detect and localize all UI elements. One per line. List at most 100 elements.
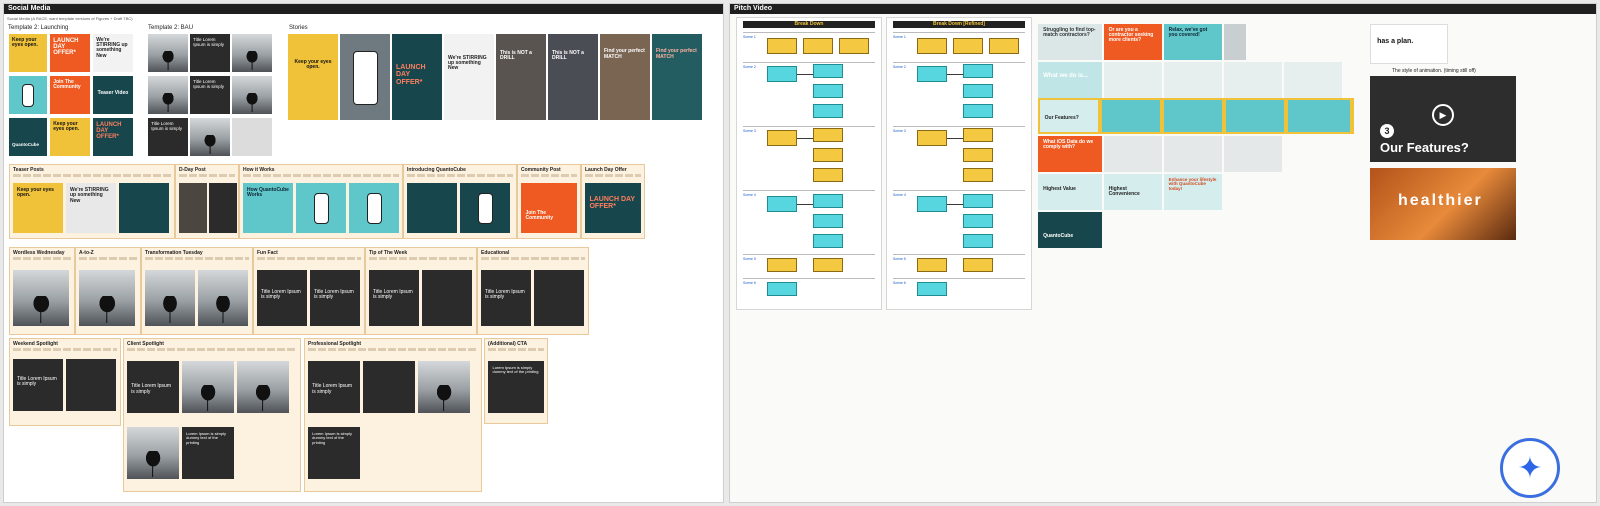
sticky-note[interactable]	[917, 258, 947, 272]
professional-spotlight-section[interactable]: Professional Spotlight Title Lorem Ipsum…	[304, 338, 482, 492]
sticky-note[interactable]	[963, 148, 993, 162]
how-tile-1[interactable]: How QuantoCube Works	[243, 183, 293, 233]
bau-tile-1[interactable]	[148, 34, 188, 72]
intro-tile-2[interactable]	[460, 183, 510, 233]
community-post-section[interactable]: Community Post Join The Community	[517, 164, 581, 239]
client-tile-4[interactable]	[127, 427, 179, 479]
slide-highest-value[interactable]: Highest Value	[1038, 174, 1102, 210]
bau-tile-7[interactable]: Title Lorem Ipsum is simply	[148, 118, 188, 156]
slide-brand-end[interactable]: QuantoCube	[1038, 212, 1102, 248]
pitch-video-frame-title[interactable]: Pitch Video	[730, 4, 1596, 14]
sticky-note[interactable]	[963, 64, 993, 78]
sticky-note[interactable]	[767, 38, 797, 54]
cta-section[interactable]: (Additional) CTA Lorem Ipsum is simply d…	[484, 338, 548, 424]
slide-relax[interactable]: Relax, we've got you covered!	[1164, 24, 1222, 60]
sticky-note[interactable]	[963, 258, 993, 272]
teaser-tile-3[interactable]	[119, 183, 169, 233]
reference-healthier-video[interactable]: healthier	[1370, 168, 1516, 240]
a-to-z-tile[interactable]	[79, 270, 135, 326]
how-it-works-section[interactable]: How it Works How QuantoCube Works	[239, 164, 403, 239]
bau-tile-6[interactable]	[232, 76, 272, 114]
weekend-spotlight-section[interactable]: Weekend Spotlight Title Lorem Ipsum is s…	[9, 338, 121, 426]
gemini-sparkle-icon[interactable]: ✦	[1500, 438, 1560, 498]
client-tile-2[interactable]	[182, 361, 234, 413]
transformation-tile-1[interactable]	[145, 270, 195, 326]
weekend-tile-2[interactable]	[66, 359, 116, 411]
launch-offer-section[interactable]: Launch Day Offer LAUNCH DAY OFFER*	[581, 164, 645, 239]
sticky-note[interactable]	[989, 38, 1019, 54]
slide-ios-data[interactable]: What iOS Data do we comply with?	[1038, 136, 1102, 172]
sticky-note[interactable]	[813, 128, 843, 142]
teaser-posts-section[interactable]: Teaser Posts Keep your eyes open. We're …	[9, 164, 175, 239]
community-tile[interactable]: Join The Community	[521, 183, 577, 233]
sticky-note[interactable]	[917, 66, 947, 82]
sticky-note[interactable]	[813, 104, 843, 118]
breakdown-board[interactable]: Break Down Scene 1 Scene 2 Scene 3 Scene…	[736, 17, 882, 310]
sticky-note[interactable]	[813, 64, 843, 78]
sticky-note[interactable]	[813, 148, 843, 162]
transformation-tile-2[interactable]	[198, 270, 248, 326]
sticky-note[interactable]	[963, 168, 993, 182]
bau-tile-5[interactable]: Title Lorem Ipsum is simply	[190, 76, 230, 114]
sticky-note[interactable]	[953, 38, 983, 54]
sticky-note[interactable]	[813, 168, 843, 182]
slide-photo[interactable]	[1224, 24, 1246, 60]
slide-feature-a[interactable]	[1102, 100, 1160, 132]
social-media-frame-title[interactable]: Social Media	[4, 4, 723, 14]
bau-tile-2[interactable]: Title Lorem Ipsum is simply	[190, 34, 230, 72]
sticky-note[interactable]	[813, 234, 843, 248]
professional-tile-3[interactable]	[418, 361, 470, 413]
slide-tree-2[interactable]	[1164, 136, 1222, 172]
slide-profile-2[interactable]	[1164, 62, 1222, 98]
client-tile-1[interactable]: Title Lorem Ipsum is simply	[127, 361, 179, 413]
intro-tile-1[interactable]	[407, 183, 457, 233]
fun-fact-tile-2[interactable]: Title Lorem Ipsum is simply	[310, 270, 360, 326]
slide-feature-d[interactable]	[1288, 100, 1350, 132]
slide-what-we-do[interactable]: What we do is...	[1038, 62, 1102, 98]
story-6[interactable]: This is NOT a DRILL	[548, 34, 598, 120]
play-icon[interactable]: ▶	[1432, 104, 1454, 126]
launch-tile-5[interactable]: Join The Community	[50, 76, 90, 114]
teaser-tile-2[interactable]: We're STIRRING up something New	[66, 183, 116, 233]
launch-tile-1[interactable]: Keep your eyes open.	[9, 34, 47, 72]
weekend-tile-1[interactable]: Title Lorem Ipsum is simply	[13, 359, 63, 411]
dday-post-section[interactable]: D-Day Post	[175, 164, 239, 239]
how-tile-2[interactable]	[296, 183, 346, 233]
launch-tile-2[interactable]: LAUNCH DAY OFFER*	[50, 34, 90, 72]
story-8[interactable]: Find your perfect MATCH	[652, 34, 702, 120]
launch-tile-4[interactable]	[9, 76, 47, 114]
wordless-tile[interactable]	[13, 270, 69, 326]
cta-tile[interactable]: Lorem Ipsum is simply dummy text of the …	[488, 361, 544, 413]
story-3[interactable]: LAUNCH DAY OFFER*	[392, 34, 442, 120]
how-tile-3[interactable]	[349, 183, 399, 233]
educational-section[interactable]: Educational Title Lorem Ipsum is simply	[477, 247, 589, 335]
sticky-note[interactable]	[767, 282, 797, 296]
sticky-note[interactable]	[963, 194, 993, 208]
bau-tile-9[interactable]	[232, 118, 272, 156]
story-1[interactable]: Keep your eyes open.	[288, 34, 338, 120]
reference-has-a-plan[interactable]: has a plan.	[1370, 24, 1448, 64]
sticky-note[interactable]	[963, 128, 993, 142]
sticky-note[interactable]	[963, 234, 993, 248]
slide-feature-c[interactable]	[1226, 100, 1284, 132]
story-7[interactable]: Find your perfect MATCH	[600, 34, 650, 120]
sticky-note[interactable]	[963, 104, 993, 118]
tip-tile-1[interactable]: Title Lorem Ipsum is simply	[369, 270, 419, 326]
sticky-note[interactable]	[963, 84, 993, 98]
launch-offer-tile[interactable]: LAUNCH DAY OFFER*	[585, 183, 641, 233]
sticky-note[interactable]	[963, 214, 993, 228]
client-tile-5[interactable]: Lorem Ipsum is simply dummy text of the …	[182, 427, 234, 479]
story-2[interactable]	[340, 34, 390, 120]
launch-tile-9[interactable]: LAUNCH DAY OFFER*	[93, 118, 133, 156]
launch-tile-3[interactable]: We're STIRRING up something New	[93, 34, 133, 72]
educational-tile-2[interactable]	[534, 270, 584, 326]
professional-tile-4[interactable]: Lorem Ipsum is simply dummy text of the …	[308, 427, 360, 479]
slide-enhance[interactable]: Enhance your lifestyle with QuantoCube t…	[1164, 174, 1222, 210]
launch-tile-8[interactable]: Keep your eyes open.	[50, 118, 90, 156]
sticky-note[interactable]	[767, 196, 797, 212]
sticky-note[interactable]	[917, 282, 947, 296]
launch-tile-7[interactable]: QuantoCube	[9, 118, 47, 156]
tip-of-the-week-section[interactable]: Tip of The Week Title Lorem Ipsum is sim…	[365, 247, 477, 335]
story-5[interactable]: This is NOT a DRILL	[496, 34, 546, 120]
sticky-note[interactable]	[767, 66, 797, 82]
